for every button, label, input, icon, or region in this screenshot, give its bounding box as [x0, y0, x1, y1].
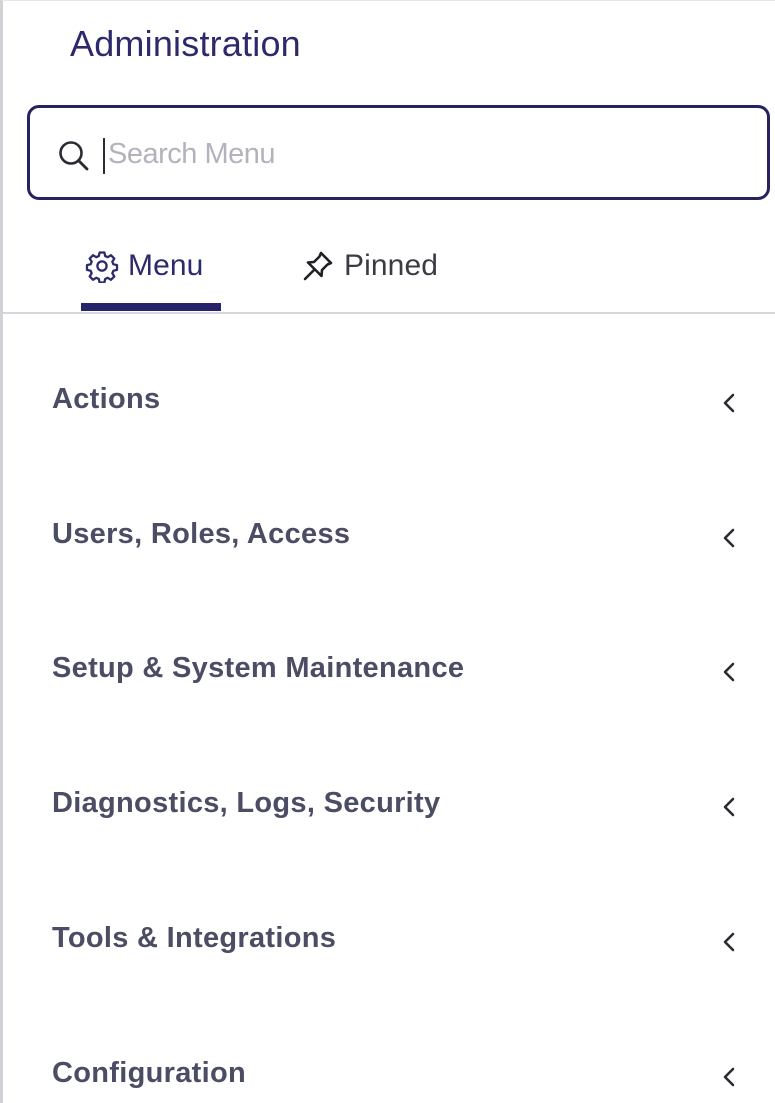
active-tab-indicator — [81, 303, 221, 311]
menu-item-label: Setup & System Maintenance — [52, 652, 465, 684]
menu-item-label: Actions — [52, 383, 161, 415]
tab-menu[interactable]: Menu — [85, 241, 203, 291]
menu-item-label: Users, Roles, Access — [52, 518, 351, 550]
menu-item-users-roles-access[interactable]: Users, Roles, Access — [3, 498, 775, 578]
menu-item-actions[interactable]: Actions — [3, 363, 775, 443]
chevron-left-icon — [717, 387, 741, 419]
chevron-left-icon — [717, 1061, 741, 1093]
menu-item-diagnostics-logs-security[interactable]: Diagnostics, Logs, Security — [3, 767, 775, 847]
chevron-left-icon — [717, 926, 741, 958]
tab-menu-label: Menu — [128, 249, 204, 282]
menu-item-label: Configuration — [52, 1057, 246, 1089]
chevron-left-icon — [717, 791, 741, 823]
pin-icon — [301, 249, 335, 283]
menu-item-setup-system-maintenance[interactable]: Setup & System Maintenance — [3, 632, 775, 712]
search-box[interactable] — [27, 105, 770, 200]
search-input[interactable] — [108, 130, 728, 178]
tabs-divider — [3, 312, 775, 314]
admin-menu-panel: Administration Menu — [0, 0, 775, 1103]
search-icon — [56, 138, 92, 174]
gear-icon — [85, 249, 119, 284]
menu-item-label: Tools & Integrations — [52, 922, 337, 954]
menu-item-tools-integrations[interactable]: Tools & Integrations — [3, 902, 775, 982]
menu-item-label: Diagnostics, Logs, Security — [52, 787, 441, 819]
tab-pinned-label: Pinned — [344, 249, 439, 282]
menu-item-configuration[interactable]: Configuration — [3, 1037, 775, 1103]
chevron-left-icon — [717, 656, 741, 688]
chevron-left-icon — [717, 522, 741, 554]
tab-pinned[interactable]: Pinned — [301, 241, 438, 291]
text-cursor — [103, 138, 105, 174]
panel-title: Administration — [70, 23, 301, 64]
